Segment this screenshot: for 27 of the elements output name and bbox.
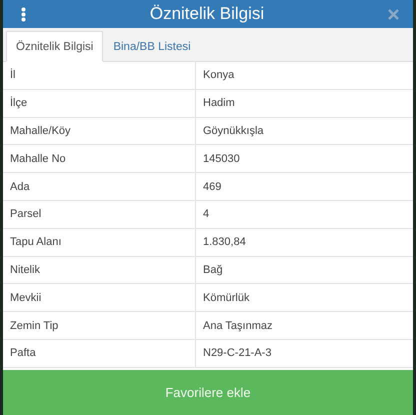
tab[interactable]: Öznitelik Bilgisi — [6, 31, 104, 62]
table-cell-text: 1.830,84 — [202, 235, 247, 250]
table-cell: Tapu Alanı — [3, 228, 196, 256]
table-cell: Mahalle No — [3, 145, 196, 172]
table-cell: Ada — [3, 173, 196, 200]
table-cell-text: 145030 — [202, 152, 241, 167]
table-cell-text: Ana Taşınmaz — [202, 318, 274, 334]
table-cell-text: Kömürlük — [202, 290, 250, 306]
dialog-title: Öznitelik Bilgisi — [150, 4, 264, 24]
tab[interactable]: Bina/BB Listesi — [103, 31, 201, 62]
table-cell: İl — [3, 62, 196, 89]
table-cell-text: Konya — [202, 68, 236, 84]
table-cell-text: 4 — [202, 207, 210, 222]
table-cell: Mevkii — [3, 284, 196, 312]
table-cell: Mahalle/Köy — [3, 118, 196, 144]
table-cell: Parsel — [3, 200, 196, 228]
table-cell: Pafta — [3, 340, 196, 367]
menu-icon[interactable] — [21, 6, 26, 22]
table-cell: Zemin Tip — [3, 312, 196, 339]
table-cell: Nitelik — [3, 256, 196, 284]
table-cell-text: Hadim — [202, 96, 236, 112]
table-cell-text: N29-C-21-A-3 — [202, 346, 272, 362]
table-cell-text: 469 — [202, 180, 222, 195]
table-cell-text: Bağ — [202, 262, 224, 278]
table-cell-text: Göynükkışla — [202, 124, 265, 139]
table-cell: İlçe — [3, 90, 196, 117]
add-favorites-button[interactable]: Favorilere ekle — [3, 370, 413, 415]
